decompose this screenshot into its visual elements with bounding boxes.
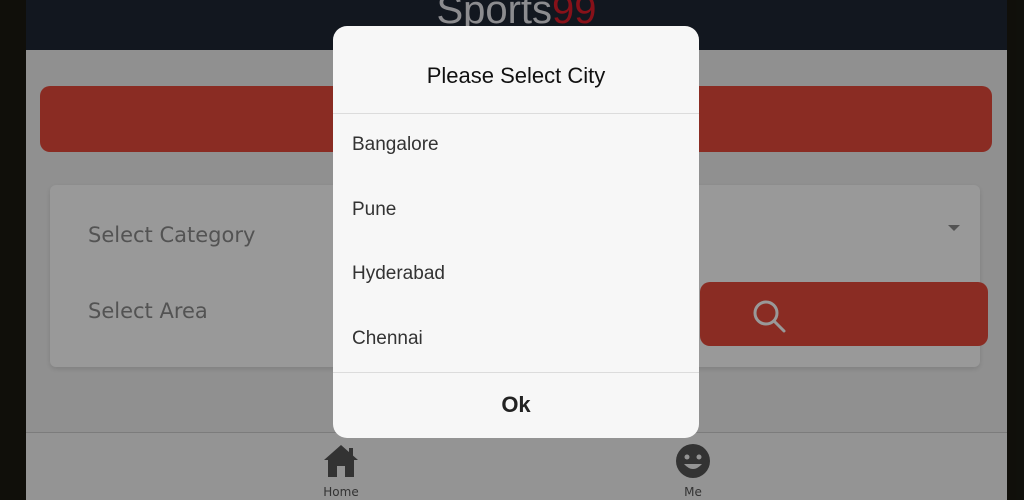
city-option[interactable]: Hyderabad	[333, 242, 699, 307]
city-option[interactable]: Chennai	[333, 307, 699, 372]
city-list[interactable]: Bangalore Pune Hyderabad Chennai	[333, 113, 699, 371]
city-picker-dialog: Please Select City Bangalore Pune Hydera…	[333, 26, 699, 438]
city-option[interactable]: Bangalore	[333, 113, 699, 178]
city-option[interactable]: Pune	[333, 178, 699, 243]
dialog-title: Please Select City	[426, 63, 606, 88]
ok-button[interactable]: Ok	[333, 372, 699, 438]
